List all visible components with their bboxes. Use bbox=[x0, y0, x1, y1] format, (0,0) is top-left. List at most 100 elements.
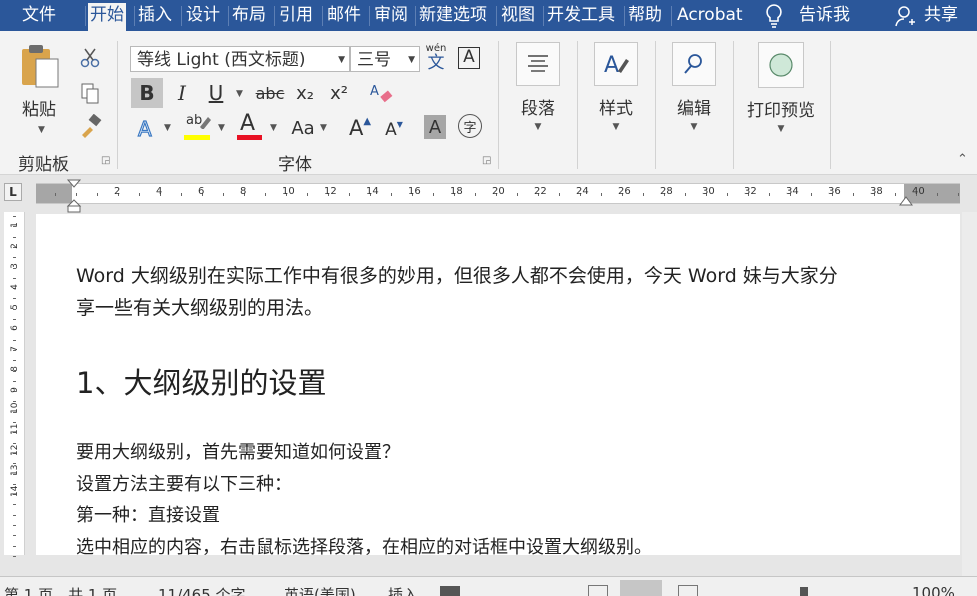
ruler-tick bbox=[13, 514, 16, 516]
text-effects-button[interactable]: A bbox=[136, 114, 158, 142]
italic-button[interactable]: I bbox=[170, 78, 194, 108]
ruler-tick bbox=[13, 442, 16, 444]
enclose-characters-button[interactable]: 字 bbox=[458, 114, 482, 138]
cut-button[interactable] bbox=[78, 46, 102, 70]
group-divider bbox=[117, 41, 118, 169]
tab-acrobat[interactable]: Acrobat bbox=[677, 0, 743, 31]
ruler-number: 5 bbox=[10, 304, 20, 311]
font-launcher-icon[interactable]: ◲ bbox=[482, 155, 491, 166]
page-count-status[interactable]: 第 1 页，共 1 页 bbox=[4, 584, 117, 596]
clear-formatting-button[interactable]: A bbox=[368, 79, 394, 107]
ruler-number: 18 bbox=[450, 186, 463, 197]
tab-developer[interactable]: 开发工具 bbox=[547, 0, 615, 31]
group-divider bbox=[577, 41, 578, 169]
right-indent-marker-icon[interactable] bbox=[898, 195, 914, 209]
copy-button[interactable] bbox=[78, 81, 102, 105]
paste-button[interactable] bbox=[16, 41, 62, 91]
ruler-number: 4 bbox=[10, 283, 20, 290]
caret-up-icon: ▲ bbox=[363, 116, 372, 127]
print-preview-button[interactable]: 打印预览 ▼ bbox=[744, 42, 818, 134]
phonetic-guide-button[interactable]: wén 文 bbox=[424, 43, 448, 73]
tab-review[interactable]: 审阅 bbox=[374, 0, 408, 31]
change-case-dropdown-arrow[interactable]: ▼ bbox=[320, 123, 327, 133]
text-effects-dropdown-arrow[interactable]: ▼ bbox=[164, 123, 171, 133]
editing-button[interactable]: 编辑 ▼ bbox=[670, 42, 718, 132]
character-border-button[interactable]: A bbox=[458, 47, 480, 69]
tab-view[interactable]: 视图 bbox=[501, 0, 535, 31]
tab-new-options[interactable]: 新建选项 bbox=[419, 0, 487, 31]
ruler-tick bbox=[307, 193, 308, 196]
strikethrough-button[interactable]: abc bbox=[254, 78, 286, 108]
change-case-button[interactable]: Aa bbox=[288, 114, 318, 142]
document-page[interactable]: Word 大纲级别在实际工作中有很多的妙用，但很多人都不会使用，今天 Word … bbox=[36, 214, 960, 555]
person-add-icon bbox=[895, 6, 915, 27]
underline-button[interactable]: U bbox=[204, 78, 228, 108]
ruler-number: 8 bbox=[10, 366, 20, 373]
web-layout-icon[interactable] bbox=[678, 585, 698, 596]
insert-mode-status[interactable]: 插入 bbox=[388, 584, 418, 596]
paragraph-button[interactable]: 段落 ▼ bbox=[514, 42, 562, 132]
chevron-down-icon: ▼ bbox=[338, 55, 345, 65]
font-size-value: 三号 bbox=[357, 50, 391, 70]
font-color-dropdown-arrow[interactable]: ▼ bbox=[270, 123, 277, 133]
tab-help[interactable]: 帮助 bbox=[628, 0, 662, 31]
collapse-ribbon-icon[interactable]: ⌃ bbox=[957, 152, 968, 167]
ruler-number: 2 bbox=[114, 186, 121, 197]
zoom-level[interactable]: 100% bbox=[912, 584, 955, 596]
highlight-color-swatch bbox=[184, 135, 210, 140]
svg-text:A: A bbox=[604, 53, 619, 78]
tab-mailings[interactable]: 邮件 bbox=[327, 0, 361, 31]
ruler-number: 16 bbox=[408, 186, 421, 197]
bold-button[interactable]: B bbox=[131, 78, 163, 108]
tab-divider bbox=[543, 6, 544, 26]
ruler-tick bbox=[811, 193, 812, 196]
print-layout-icon[interactable] bbox=[620, 580, 662, 596]
ruler-tick bbox=[13, 298, 16, 300]
font-name-combo[interactable]: 等线 Light (西文标题) ▼ bbox=[130, 46, 350, 72]
paste-dropdown-arrow[interactable]: ▼ bbox=[38, 125, 45, 135]
underline-dropdown-arrow[interactable]: ▼ bbox=[236, 89, 243, 99]
tab-divider bbox=[671, 6, 672, 26]
clipboard-launcher-icon[interactable]: ◲ bbox=[101, 155, 110, 166]
tab-selector-button[interactable]: L bbox=[4, 183, 22, 201]
ruler-number: 38 bbox=[870, 186, 883, 197]
tab-insert[interactable]: 插入 bbox=[138, 0, 172, 31]
format-painter-button[interactable] bbox=[78, 113, 104, 139]
word-count-status[interactable]: 11/465 个字 bbox=[158, 584, 246, 596]
grow-font-button[interactable]: A ▲ bbox=[346, 114, 374, 142]
tell-me-label: 告诉我 bbox=[799, 5, 850, 25]
highlight-button[interactable]: ab bbox=[184, 113, 212, 141]
font-color-label: A bbox=[240, 111, 256, 136]
tab-home[interactable]: 开始 bbox=[88, 3, 126, 31]
vertical-ruler[interactable]: 1 2 3 4 5 6 7 8 9 10 11 12 13 14 bbox=[4, 212, 25, 557]
tab-references[interactable]: 引用 bbox=[279, 0, 313, 31]
tab-divider bbox=[134, 6, 135, 26]
styles-button[interactable]: A 样式 ▼ bbox=[592, 42, 640, 132]
tab-divider bbox=[181, 6, 182, 26]
indent-markers-icon[interactable] bbox=[66, 178, 82, 214]
tab-file[interactable]: 文件 bbox=[22, 0, 56, 31]
highlight-dropdown-arrow[interactable]: ▼ bbox=[218, 123, 225, 133]
superscript-button[interactable]: x² bbox=[326, 78, 352, 108]
body-text-line: Word 大纲级别在实际工作中有很多的妙用，但很多人都不会使用，今天 Word … bbox=[76, 265, 838, 287]
caret-down-icon: ▼ bbox=[396, 120, 403, 129]
ruler-tick bbox=[13, 216, 16, 217]
print-preview-label: 打印预览 bbox=[747, 101, 815, 121]
font-size-combo[interactable]: 三号 ▼ bbox=[350, 46, 420, 72]
ruler-tick bbox=[13, 422, 16, 423]
character-shading-button[interactable]: A bbox=[424, 115, 446, 139]
paragraph-icon bbox=[516, 42, 560, 86]
read-mode-icon[interactable] bbox=[588, 585, 608, 596]
ruler-tick bbox=[265, 193, 266, 196]
shrink-font-button[interactable]: A ▼ bbox=[380, 117, 408, 143]
tab-design[interactable]: 设计 bbox=[186, 0, 220, 31]
horizontal-ruler[interactable]: 2 4 6 8 10 12 14 16 18 20 22 24 26 28 30 32 34 36 38 40 bbox=[36, 183, 960, 204]
vertical-scrollbar[interactable] bbox=[962, 212, 977, 576]
language-status[interactable]: 英语(美国) bbox=[284, 584, 356, 596]
ruler-tick bbox=[958, 193, 959, 196]
font-color-button[interactable]: A bbox=[237, 111, 263, 141]
ruler-tick bbox=[13, 545, 16, 547]
tab-layout[interactable]: 布局 bbox=[232, 0, 266, 31]
subscript-button[interactable]: x₂ bbox=[292, 78, 318, 108]
copy-icon bbox=[81, 83, 99, 104]
